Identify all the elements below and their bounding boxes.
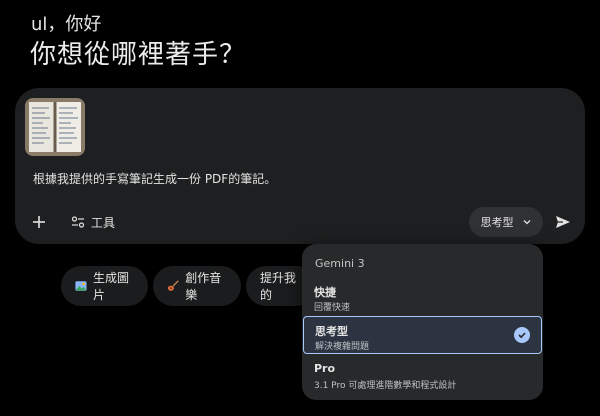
chip-label: 創作音樂: [185, 271, 222, 302]
check-icon: [514, 327, 530, 343]
tools-button[interactable]: 工具: [63, 210, 123, 234]
attachment-thumbnail[interactable]: [25, 98, 85, 156]
chevron-down-icon: [523, 220, 530, 225]
option-title: 快捷: [314, 286, 336, 299]
menu-header: Gemini 3: [315, 257, 365, 270]
chip-label: 提升我的: [260, 271, 297, 302]
guitar-icon: [167, 280, 179, 291]
model-option-fast[interactable]: 快捷 回覆快速: [302, 277, 543, 315]
gemini-home: ul，你好 你想從哪裡著手？ 根據我提供的手寫筆記生成一份 PDF的筆記。 工具…: [0, 0, 600, 416]
option-title: 思考型: [315, 325, 348, 338]
option-desc: 3.1 Pro 可處理進階數學和程式設計: [314, 381, 457, 391]
prompt-composer: 根據我提供的手寫筆記生成一份 PDF的筆記。 工具 思考型: [15, 88, 585, 244]
option-desc: 解決複雜問題: [315, 342, 370, 352]
plus-icon: [33, 216, 45, 228]
send-button[interactable]: [553, 212, 573, 232]
tools-icon: [71, 216, 85, 228]
greeting-name: ul，你好: [31, 14, 102, 35]
tools-label: 工具: [91, 215, 116, 230]
model-selector-button[interactable]: 思考型: [469, 207, 543, 237]
prompt-text[interactable]: 根據我提供的手寫筆記生成一份 PDF的筆記。: [33, 170, 276, 187]
add-attachment-button[interactable]: [29, 212, 49, 232]
model-option-pro[interactable]: Pro 3.1 Pro 可處理進階數學和程式設計: [302, 356, 543, 394]
option-desc: 回覆快速: [314, 303, 351, 313]
option-title: Pro: [314, 362, 336, 375]
chip-label: 生成圖片: [92, 271, 129, 302]
send-icon: [556, 216, 570, 228]
suggestion-chip-image[interactable]: 生成圖片: [61, 266, 148, 306]
image-icon: [75, 281, 87, 291]
model-menu: Gemini 3 快捷 回覆快速 思考型 解決複雜問題 Pro 3.1 Pro …: [302, 244, 543, 400]
suggestion-chip-music[interactable]: 創作音樂: [153, 266, 241, 306]
page-title: 你想從哪裡著手？: [30, 40, 247, 70]
model-selector-label: 思考型: [480, 216, 514, 229]
model-option-thinking[interactable]: 思考型 解決複雜問題: [303, 316, 542, 354]
